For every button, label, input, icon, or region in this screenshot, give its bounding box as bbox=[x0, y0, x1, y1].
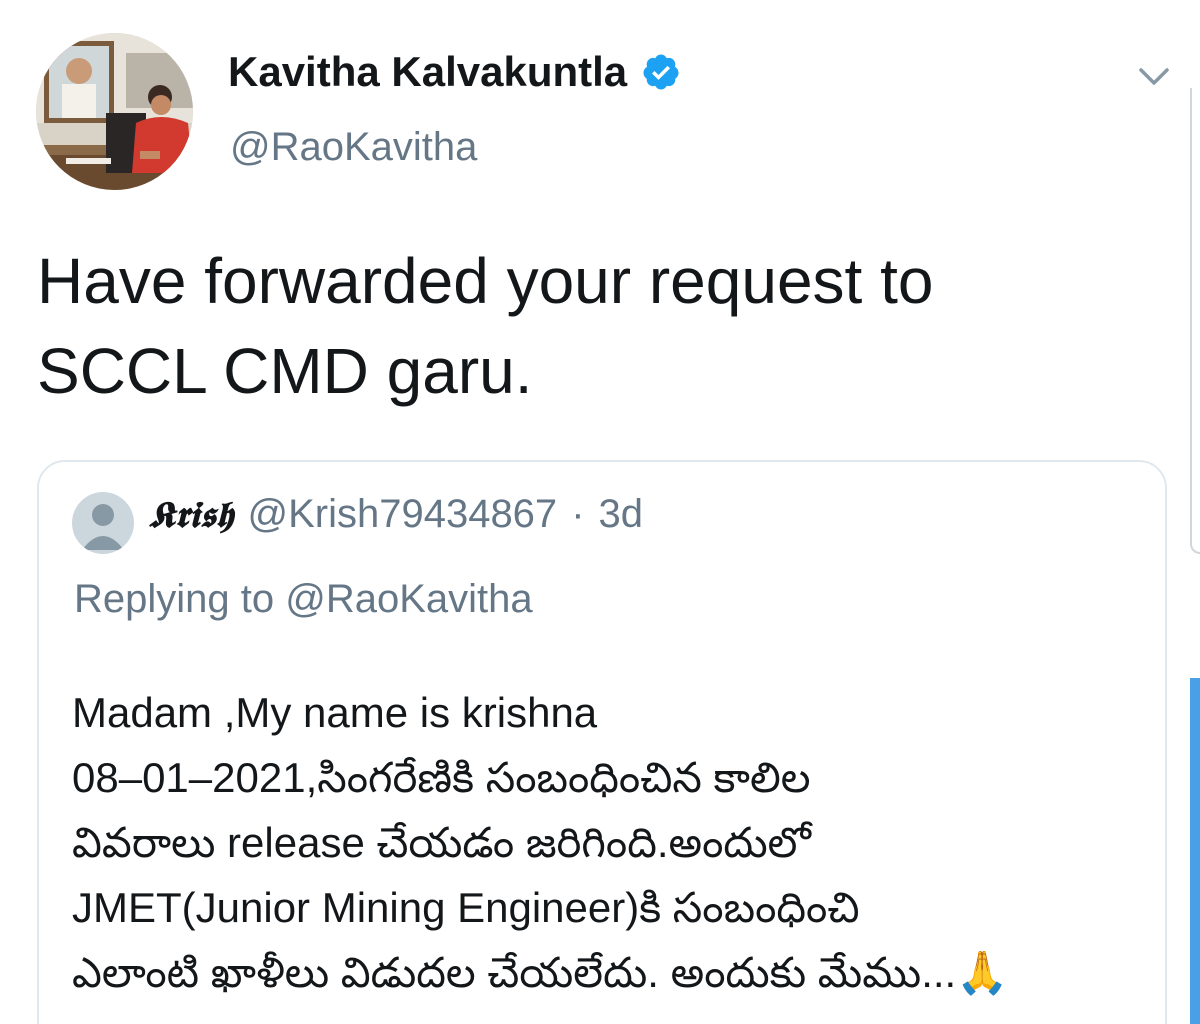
author-name-row: Kavitha Kalvakuntla bbox=[228, 48, 681, 96]
quoted-tweet-header: 𝕶𝖗𝖎𝖘𝖍 @Krish79434867 · 3d bbox=[149, 492, 643, 537]
chevron-down-icon[interactable] bbox=[1136, 60, 1172, 92]
quoted-author-handle[interactable]: @Krish79434867 bbox=[247, 492, 557, 537]
author-handle[interactable]: @RaoKavitha bbox=[230, 125, 477, 170]
quoted-tweet-timestamp[interactable]: 3d bbox=[599, 492, 644, 537]
tweet-text-line: Have forwarded your request to bbox=[37, 245, 934, 317]
quoted-author-avatar[interactable] bbox=[72, 492, 134, 554]
quoted-text-line: JMET(Junior Mining Engineer)కి సంబంధించి bbox=[72, 884, 860, 931]
quoted-text-line: ఎలాంటి ఖాళీలు విడుదల చేయలేదు. అందుకు మేమ… bbox=[72, 949, 1009, 996]
quoted-header-separator: · bbox=[571, 492, 585, 536]
tweet-text-line: SCCL CMD garu. bbox=[37, 335, 533, 407]
quoted-text-line: 08–01–2021,సింగరేణికి సంబంధించిన కాలిల bbox=[72, 754, 811, 801]
default-avatar-icon bbox=[72, 492, 134, 554]
scrollbar-thumb[interactable] bbox=[1190, 678, 1200, 1024]
profile-photo bbox=[36, 33, 193, 190]
replying-to-prefix: Replying to bbox=[74, 577, 275, 621]
tweet-text: Have forwarded your request to SCCL CMD … bbox=[37, 236, 1137, 416]
verified-badge-icon bbox=[643, 54, 679, 90]
quoted-tweet-card[interactable]: 𝕶𝖗𝖎𝖘𝖍 @Krish79434867 · 3d Replying to @R… bbox=[37, 460, 1167, 1024]
quoted-text-line: వివరాలు release చేయడం జరిగింది.అందులో bbox=[72, 819, 811, 866]
scrollbar-track-edge bbox=[1190, 88, 1200, 554]
tweet-container: Kavitha Kalvakuntla @RaoKavitha Have for… bbox=[0, 0, 1200, 1024]
author-display-name[interactable]: Kavitha Kalvakuntla bbox=[228, 48, 627, 96]
replying-to-handle-link[interactable]: @RaoKavitha bbox=[285, 577, 532, 621]
quoted-tweet-text: Madam ,My name is krishna 08–01–2021,సిం… bbox=[72, 680, 1162, 1005]
replying-to: Replying to @RaoKavitha bbox=[74, 577, 533, 622]
author-avatar[interactable] bbox=[36, 33, 193, 190]
quoted-author-display-name[interactable]: 𝕶𝖗𝖎𝖘𝖍 bbox=[149, 494, 233, 537]
quoted-text-line: Madam ,My name is krishna bbox=[72, 689, 598, 736]
